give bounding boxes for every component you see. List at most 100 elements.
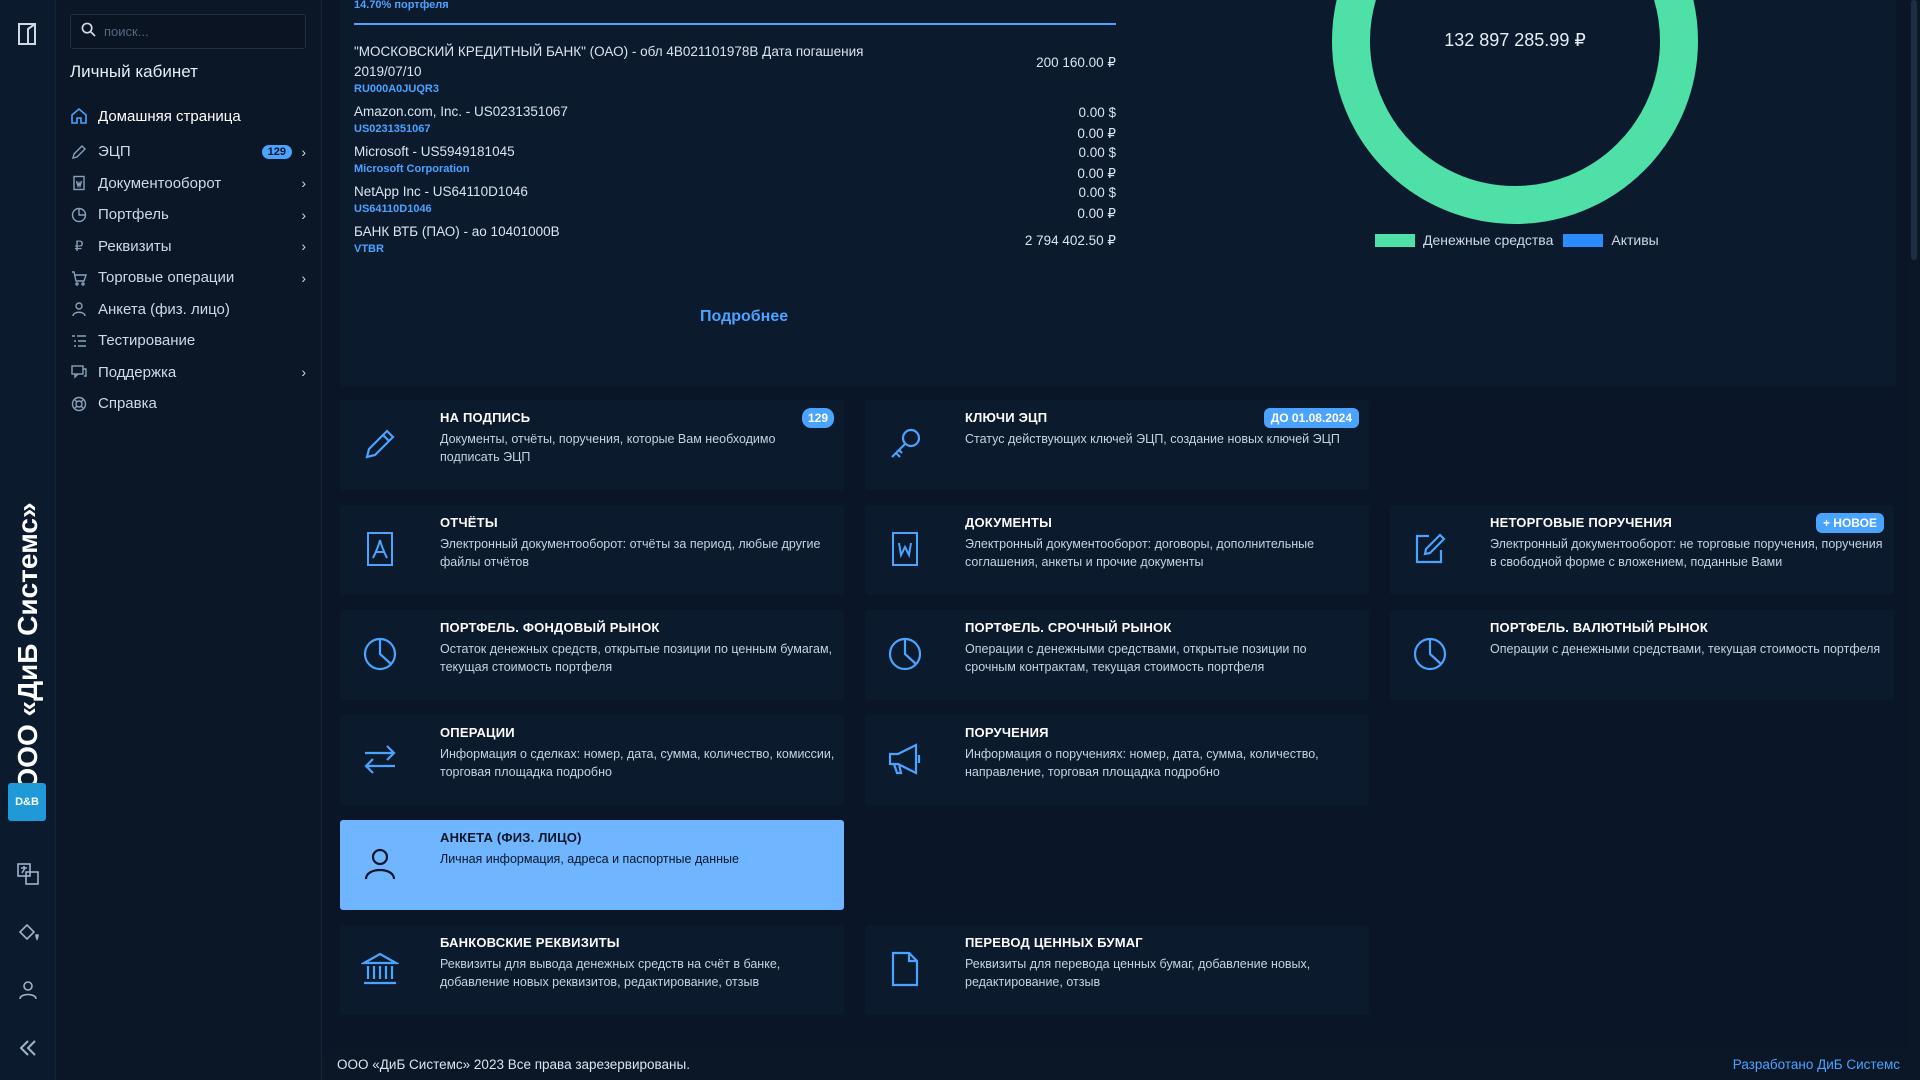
card-title: ПОРТФЕЛЬ. СРОЧНЫЙ РЫНОК [965,620,1172,635]
card-orders[interactable]: ПОРУЧЕНИЯ Информация о поручениях: номер… [865,715,1369,805]
transfer-icon [360,739,400,779]
sidebar-item-label: Поддержка [98,363,177,381]
card-title: БАНКОВСКИЕ РЕКВИЗИТЫ [440,935,620,950]
sidebar-item-label: Портфель [98,206,169,224]
card-documents[interactable]: ДОКУМЕНТЫ Электронный документооборот: д… [865,505,1369,595]
footer-copyright: ООО «ДиБ Системс» 2023 Все права зарезер… [337,1057,690,1072]
card-title: АНКЕТА (ФИЗ. ЛИЦО) [440,830,582,845]
search-icon [81,22,96,42]
card-to-sign[interactable]: НА ПОДПИСЬ Документы, отчёты, поручения,… [340,400,844,490]
portfolio-allocation-label: 14.70% портфеля [354,0,449,11]
sidebar-item-documents[interactable]: Документооборот › [70,168,310,200]
sidebar-item-trading[interactable]: Торговые операции › [70,262,310,294]
card-title: ПОРТФЕЛЬ. ВАЛЮТНЫЙ РЫНОК [1490,620,1708,635]
card-title: КЛЮЧИ ЭЦП [965,410,1048,425]
sidebar-item-portfolio[interactable]: Портфель › [70,199,310,231]
scrollbar-thumb[interactable] [1911,0,1917,260]
legend-item-cash[interactable]: Денежные средства [1375,232,1553,248]
card-description: Информация о поручениях: номер, дата, су… [965,747,1319,779]
bank-icon [360,949,400,989]
card-securities-transfer[interactable]: ПЕРЕВОД ЦЕННЫХ БУМАГ Реквизиты для перев… [865,925,1369,1015]
card-title: НА ПОДПИСЬ [440,410,531,425]
sidebar-item-ecp[interactable]: ЭЦП 129 › [70,136,310,168]
sidebar-item-label: Домашняя страница [98,107,241,125]
chart-legend: Денежные средства Активы [1375,232,1669,248]
holding-value: 0.00 ₽ [1077,126,1116,141]
card-description: Реквизиты для перевода ценных бумаг, доб… [965,957,1311,989]
card-title: ПОРУЧЕНИЯ [965,725,1049,740]
holding-code[interactable]: VTBR [354,242,1116,256]
holding-value: 2 794 402.50 ₽ [1024,233,1116,248]
home-icon [70,107,88,125]
holding-code[interactable]: Microsoft Corporation [354,162,1116,176]
sidebar-nav: Домашняя страница ЭЦП 129 › Документообо… [70,96,310,420]
card-profile[interactable]: АНКЕТА (ФИЗ. ЛИЦО) Личная информация, ад… [340,820,844,910]
file-icon [885,949,925,989]
holding-row[interactable]: БАНК ВТБ (ПАО) - ао 10401000B VTBR 2 794… [354,222,1116,256]
lifebuoy-icon [70,395,88,413]
card-title: ОТЧЁТЫ [440,515,498,530]
card-reports[interactable]: ОТЧЁТЫ Электронный документооборот: отчё… [340,505,844,595]
allocation-bar [354,23,1116,25]
pie-icon [360,634,400,674]
card-description: Информация о сделках: номер, дата, сумма… [440,747,835,779]
holding-row[interactable]: "МОСКОВСКИЙ КРЕДИТНЫЙ БАНК" (ОАО) - обл … [354,42,1116,96]
search-box[interactable] [70,14,306,49]
sidebar-item-requisites[interactable]: ₽ Реквизиты › [70,231,310,263]
portfolio-panel: 14.70% портфеля "МОСКОВСКИЙ КРЕДИТНЫЙ БА… [340,0,1896,387]
document-icon [70,174,88,192]
holding-name: Amazon.com, Inc. - US0231351067 [354,104,568,119]
holding-value: 0.00 $ [1078,145,1116,160]
paint-bucket-icon[interactable] [14,918,42,946]
sidebar-item-label: Анкета (физ. лицо) [98,300,230,318]
card-portfolio-currency-market[interactable]: ПОРТФЕЛЬ. ВАЛЮТНЫЙ РЫНОК Операции с дене… [1390,610,1894,700]
sidebar-item-home[interactable]: Домашняя страница [70,96,310,136]
megaphone-icon [885,739,925,779]
card-description: Операции с денежными средствами, открыты… [965,642,1307,674]
word-doc-icon [885,529,925,569]
sidebar-title: Личный кабинет [70,62,198,81]
sidebar-item-profile[interactable]: Анкета (физ. лицо) [70,294,310,326]
card-description: Остаток денежных средств, открытые позиц… [440,642,833,674]
holding-values: 2 794 402.50 ₽ [1025,230,1116,251]
sidebar-item-help[interactable]: Справка [70,388,310,420]
card-operations[interactable]: ОПЕРАЦИИ Информация о сделках: номер, да… [340,715,844,805]
holding-row[interactable]: Microsoft - US5949181045 Microsoft Corpo… [354,142,1116,181]
card-bank-requisites[interactable]: БАНКОВСКИЕ РЕКВИЗИТЫ Реквизиты для вывод… [340,925,844,1015]
holding-values: 0.00 $ 0.00 ₽ [1077,182,1116,224]
pen-icon [70,143,88,161]
more-details-link[interactable]: Подробнее [700,308,788,326]
card-ecp-keys[interactable]: КЛЮЧИ ЭЦП Статус действующих ключей ЭЦП,… [865,400,1369,490]
sidebar-item-testing[interactable]: Тестирование [70,325,310,357]
card-portfolio-derivatives-market[interactable]: ПОРТФЕЛЬ. СРОЧНЫЙ РЫНОК Операции с денеж… [865,610,1369,700]
search-input[interactable] [104,24,294,39]
book-icon[interactable] [14,20,42,48]
sidebar-item-support[interactable]: Поддержка › [70,357,310,389]
card-description: Статус действующих ключей ЭЦП, создание … [965,432,1340,446]
sidebar-item-label: Справка [98,395,157,413]
card-title: ДОКУМЕНТЫ [965,515,1053,530]
translate-icon[interactable] [14,860,42,888]
footer-developer-link[interactable]: Разработано ДиБ Системс [1733,1057,1900,1072]
legend-item-assets[interactable]: Активы [1563,232,1659,248]
holding-code[interactable]: RU000A0JUQR3 [354,82,1116,96]
holding-row[interactable]: NetApp Inc - US64110D1046 US64110D1046 0… [354,182,1116,221]
footer: ООО «ДиБ Системс» 2023 Все права зарезер… [322,1050,1920,1080]
legend-swatch-cash [1375,233,1415,247]
chevron-right-icon: › [301,206,306,223]
card-portfolio-stock-market[interactable]: ПОРТФЕЛЬ. ФОНДОВЫЙ РЫНОК Остаток денежны… [340,610,844,700]
collapse-chevrons-icon[interactable] [14,1034,42,1062]
user-icon[interactable] [14,976,42,1004]
holding-value: 0.00 ₽ [1077,166,1116,181]
card-title: НЕТОРГОВЫЕ ПОРУЧЕНИЯ [1490,515,1673,530]
chevron-right-icon: › [301,175,306,192]
card-non-trading-orders[interactable]: НЕТОРГОВЫЕ ПОРУЧЕНИЯ Электронный докумен… [1390,505,1894,595]
holding-values: 200 160.00 ₽ [1036,52,1116,73]
page-scrollbar[interactable] [1908,0,1920,1080]
card-title: ПЕРЕВОД ЦЕННЫХ БУМАГ [965,935,1143,950]
holding-code[interactable]: US0231351067 [354,122,1116,136]
chevron-right-icon: › [301,143,306,160]
holding-row[interactable]: Amazon.com, Inc. - US0231351067 US023135… [354,102,1116,141]
holding-code[interactable]: US64110D1046 [354,202,1116,216]
holding-name: БАНК ВТБ (ПАО) - ао 10401000B [354,224,560,239]
